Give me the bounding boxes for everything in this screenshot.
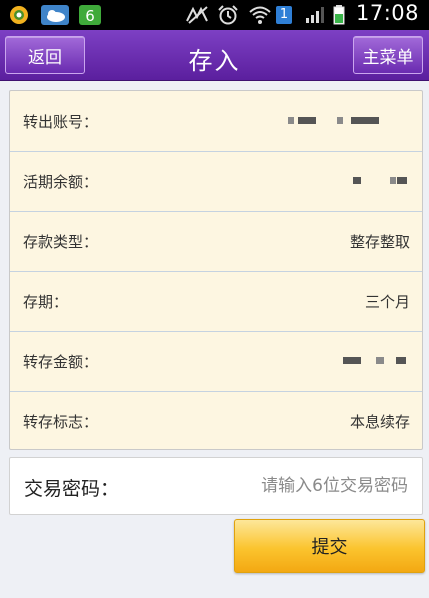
masked-text	[343, 357, 361, 364]
clock-time: 17:08	[355, 1, 419, 25]
detail-value: 三个月	[364, 293, 410, 311]
masked-text	[288, 117, 294, 124]
password-label: 交易密码：	[24, 478, 120, 500]
wifi-icon	[248, 5, 272, 25]
masked-text	[397, 177, 407, 184]
cellular-signal-icon	[304, 5, 328, 25]
detail-row-rollover-flag: 转存标志： 本息续存	[10, 391, 422, 451]
detail-value: 整存整取	[349, 233, 410, 251]
detail-value: 本息续存	[349, 413, 410, 431]
main-menu-button[interactable]: 主菜单	[353, 36, 423, 74]
deposit-details-panel: 转出账号： 活期余额： 存款类型： 整存整取 存期： 三个月 转存金额： 转存标…	[9, 90, 423, 450]
detail-label: 存期：	[23, 293, 69, 311]
title-bar: 返回 存入 主菜单	[0, 30, 429, 81]
svg-text:6: 6	[85, 7, 95, 25]
masked-text	[337, 117, 343, 124]
sim-badge-icon: 1	[275, 5, 293, 25]
sim-badge-label: 1	[276, 6, 292, 24]
masked-text	[396, 357, 406, 364]
password-field: 交易密码：	[9, 457, 423, 515]
phone-app-icon: 6	[78, 5, 102, 25]
detail-row-source-account: 转出账号：	[10, 91, 422, 152]
masked-text	[376, 357, 384, 364]
masked-text	[351, 117, 379, 124]
status-bar: 6 1 17:08	[0, 0, 429, 30]
password-input[interactable]	[196, 470, 410, 502]
detail-label: 转出账号：	[23, 113, 99, 131]
no-signal-icon	[185, 5, 211, 25]
detail-row-transfer-amount: 转存金额：	[10, 331, 422, 392]
detail-label: 存款类型：	[23, 233, 99, 251]
masked-text	[353, 177, 361, 184]
battery-icon	[332, 5, 346, 25]
detail-row-deposit-term: 存期： 三个月	[10, 271, 422, 332]
weather-app-icon	[40, 5, 70, 25]
detail-label: 转存标志：	[23, 413, 99, 431]
masked-text	[298, 117, 316, 124]
submit-button[interactable]: 提交	[234, 519, 425, 573]
detail-label: 活期余额：	[23, 173, 99, 191]
detail-label: 转存金额：	[23, 353, 99, 371]
browser-app-icon	[8, 5, 30, 25]
masked-text	[390, 177, 396, 184]
alarm-icon	[216, 5, 240, 25]
detail-row-current-balance: 活期余额：	[10, 151, 422, 212]
detail-row-deposit-type: 存款类型： 整存整取	[10, 211, 422, 272]
